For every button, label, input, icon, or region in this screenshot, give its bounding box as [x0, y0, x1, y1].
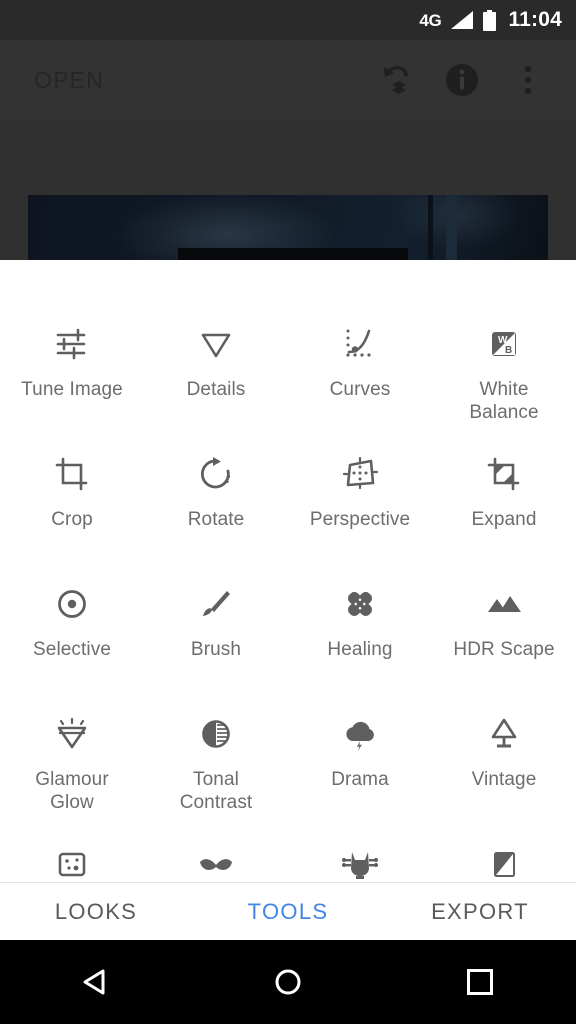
tool-label: Tune Image	[21, 379, 123, 400]
recents-nav-icon[interactable]	[384, 969, 576, 995]
tool-expand[interactable]: Expand	[432, 434, 576, 564]
tool-grunge[interactable]	[288, 824, 432, 882]
tool-healing[interactable]: Healing	[288, 564, 432, 694]
grainy-film-icon	[50, 836, 94, 882]
tool-label: Perspective	[309, 509, 411, 530]
home-nav-icon[interactable]	[192, 965, 384, 999]
info-icon[interactable]	[442, 60, 482, 100]
triangle-down-icon	[194, 316, 238, 372]
bottom-tab-bar: LOOKS TOOLS EXPORT	[0, 882, 576, 940]
tool-label: Curves	[329, 379, 391, 400]
tool-label: Glamour Glow	[35, 769, 109, 813]
tools-sheet: Tune Image Details Curves W B White Bala…	[0, 260, 576, 882]
tool-curves[interactable]: Curves	[288, 304, 432, 434]
tool-hdr-scape[interactable]: HDR Scape	[432, 564, 576, 694]
tool-white-balance[interactable]: W B White Balance	[432, 304, 576, 434]
android-nav-bar	[0, 940, 576, 1024]
tool-grainy-film[interactable]	[0, 824, 144, 882]
tool-label: Healing	[327, 639, 393, 660]
brush-icon	[194, 576, 238, 632]
guitar-head-icon	[338, 836, 382, 882]
tool-glamour-glow[interactable]: Glamour Glow	[0, 694, 144, 824]
selective-target-icon	[50, 576, 94, 632]
photo-preview[interactable]	[0, 120, 576, 260]
tool-vintage[interactable]: Vintage	[432, 694, 576, 824]
back-nav-icon[interactable]	[0, 965, 192, 999]
tool-label: Selective	[33, 639, 111, 660]
open-button[interactable]: OPEN	[34, 67, 376, 94]
tool-label: Drama	[331, 769, 389, 790]
curves-icon	[338, 316, 382, 372]
rotate-icon	[194, 446, 238, 502]
status-bar: 4G 11:04	[0, 0, 576, 40]
tool-label: Crop	[51, 509, 93, 530]
tab-export[interactable]: EXPORT	[384, 899, 576, 925]
overflow-menu-icon[interactable]	[508, 60, 548, 100]
tool-selective[interactable]: Selective	[0, 564, 144, 694]
signal-icon	[450, 10, 474, 30]
tools-row: Tune Image Details Curves W B White Bala…	[0, 304, 576, 434]
battery-icon	[483, 9, 497, 31]
tools-row: Crop Rotate Perspective Expand	[0, 434, 576, 564]
clock-label: 11:04	[508, 8, 562, 31]
tab-tools[interactable]: TOOLS	[192, 899, 384, 925]
tool-label: HDR Scape	[453, 639, 555, 660]
preview-image	[28, 195, 548, 260]
tools-grid: Tune Image Details Curves W B White Bala…	[0, 260, 576, 882]
diamond-glow-icon	[50, 706, 94, 762]
undo-stack-icon[interactable]	[376, 60, 416, 100]
tool-retrolux[interactable]	[144, 824, 288, 882]
lamp-icon	[482, 706, 526, 762]
tool-rotate[interactable]: Rotate	[144, 434, 288, 564]
network-type-label: 4G	[419, 10, 442, 30]
tool-label: Brush	[190, 639, 242, 660]
svg-text:B: B	[505, 345, 512, 356]
sliders-icon	[50, 316, 94, 372]
tool-label: Rotate	[187, 509, 245, 530]
tool-label: Expand	[471, 509, 537, 530]
tool-details[interactable]: Details	[144, 304, 288, 434]
tool-label: Tonal Contrast	[179, 769, 253, 813]
white-balance-icon: W B	[482, 316, 526, 372]
tool-drama[interactable]: Drama	[288, 694, 432, 824]
crop-icon	[50, 446, 94, 502]
app-bar-actions	[376, 60, 576, 100]
tool-tune-image[interactable]: Tune Image	[0, 304, 144, 434]
perspective-icon	[338, 446, 382, 502]
noir-frame-icon	[482, 836, 526, 882]
expand-icon	[482, 446, 526, 502]
half-circle-contrast-icon	[194, 706, 238, 762]
bandage-icon	[338, 576, 382, 632]
moustache-icon	[194, 836, 238, 882]
tool-label: White Balance	[469, 379, 539, 423]
app-bar: OPEN	[0, 40, 576, 120]
tab-looks[interactable]: LOOKS	[0, 899, 192, 925]
tool-label: Details	[186, 379, 246, 400]
tool-noir[interactable]	[432, 824, 576, 882]
tools-row: Glamour Glow Tonal Contrast Drama Vintag…	[0, 694, 576, 824]
tool-brush[interactable]: Brush	[144, 564, 288, 694]
tool-tonal-contrast[interactable]: Tonal Contrast	[144, 694, 288, 824]
snapseed-editor-screen: 4G 11:04 OPEN Tune Image Details Curves …	[0, 0, 576, 1024]
tool-label: Vintage	[471, 769, 537, 790]
tools-row: Selective Brush Healing HDR Scape	[0, 564, 576, 694]
tool-perspective[interactable]: Perspective	[288, 434, 432, 564]
mountains-icon	[482, 576, 526, 632]
storm-cloud-icon	[338, 706, 382, 762]
tool-crop[interactable]: Crop	[0, 434, 144, 564]
tools-row	[0, 824, 576, 882]
